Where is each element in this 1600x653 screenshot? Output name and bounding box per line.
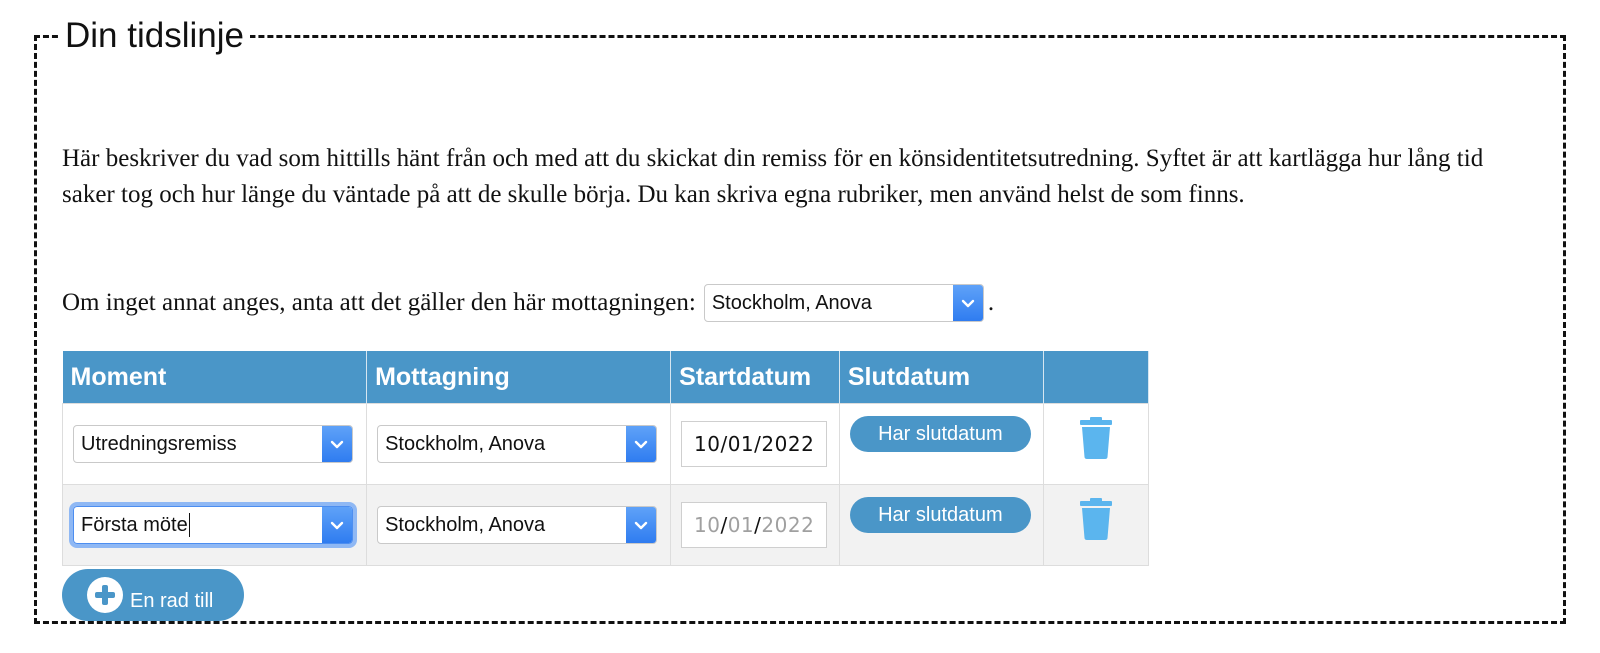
moment-value: Första möte bbox=[81, 513, 188, 536]
start-date-cell: 10/01/2022 bbox=[670, 484, 840, 566]
has-end-date-button[interactable]: Har slutdatum bbox=[849, 497, 1031, 533]
timeline-section: Din tidslinje Här beskriver du vad som h… bbox=[34, 16, 1566, 624]
timeline-table: Moment Mottagning Startdatum Slutdatum U… bbox=[61, 351, 1150, 566]
default-clinic-line: Om inget annat anges, anta att det gälle… bbox=[62, 284, 994, 322]
start-date-input[interactable]: 10/01/2022 bbox=[681, 421, 828, 467]
clinic-select[interactable]: Stockholm, Anova bbox=[377, 506, 658, 544]
header-mottagning: Mottagning bbox=[366, 351, 672, 404]
start-year: 2022 bbox=[761, 432, 815, 456]
chevron-down-icon bbox=[322, 426, 352, 462]
start-day: 10 bbox=[694, 513, 721, 537]
clinic-cell: Stockholm, Anova bbox=[366, 403, 672, 485]
clinic-cell: Stockholm, Anova bbox=[366, 484, 672, 566]
start-month: 01 bbox=[727, 432, 755, 456]
clinic-value: Stockholm, Anova bbox=[385, 513, 546, 536]
table-row: Första möte Stockholm, Anova 10 / 01 / 2… bbox=[61, 484, 1150, 566]
header-moment: Moment bbox=[62, 351, 368, 404]
delete-cell bbox=[1042, 403, 1150, 485]
moment-cell: Första möte bbox=[61, 484, 368, 566]
moment-cell: Utredningsremiss bbox=[61, 403, 368, 485]
table-header-row: Moment Mottagning Startdatum Slutdatum bbox=[62, 351, 1150, 404]
start-date-input[interactable]: 10/01/2022 bbox=[681, 502, 828, 548]
add-row-button[interactable]: En rad till bbox=[62, 569, 244, 621]
default-clinic-select[interactable]: Stockholm, Anova bbox=[703, 284, 984, 322]
table-row: Utredningsremiss Stockholm, Anova 10 / 0… bbox=[61, 403, 1150, 485]
clinic-value: Stockholm, Anova bbox=[385, 432, 546, 455]
chevron-down-icon bbox=[626, 507, 657, 543]
start-year: 2022 bbox=[761, 513, 815, 537]
start-date-cell: 10/01/2022 bbox=[670, 403, 840, 485]
default-clinic-value: Stockholm, Anova bbox=[711, 292, 872, 314]
chevron-down-icon bbox=[952, 285, 983, 321]
chevron-down-icon bbox=[322, 507, 352, 543]
header-actions bbox=[1043, 351, 1150, 404]
moment-select[interactable]: Första möte bbox=[69, 502, 357, 548]
trash-icon[interactable] bbox=[1054, 498, 1138, 540]
trash-icon[interactable] bbox=[1054, 417, 1138, 459]
delete-cell bbox=[1042, 484, 1150, 566]
default-clinic-prefix: Om inget annat anges, anta att det gälle… bbox=[62, 289, 696, 316]
add-row-label: En rad till bbox=[130, 589, 214, 612]
default-clinic-suffix: . bbox=[987, 289, 995, 316]
start-day: 10 bbox=[694, 432, 721, 456]
intro-text: Här beskriver du vad som hittills hänt f… bbox=[62, 145, 1484, 208]
clinic-select[interactable]: Stockholm, Anova bbox=[377, 425, 658, 463]
start-month: 01 bbox=[727, 513, 755, 537]
end-date-cell: Har slutdatum bbox=[838, 403, 1044, 485]
header-slutdatum: Slutdatum bbox=[839, 351, 1044, 404]
moment-select[interactable]: Utredningsremiss bbox=[73, 425, 353, 463]
chevron-down-icon bbox=[626, 426, 657, 462]
section-title: Din tidslinje bbox=[65, 16, 244, 55]
has-end-date-button[interactable]: Har slutdatum bbox=[849, 416, 1031, 452]
header-startdatum: Startdatum bbox=[670, 351, 840, 404]
end-date-cell: Har slutdatum bbox=[838, 484, 1044, 566]
plus-circle-icon bbox=[87, 577, 123, 613]
moment-value: Utredningsremiss bbox=[81, 432, 237, 455]
text-caret bbox=[188, 513, 190, 537]
